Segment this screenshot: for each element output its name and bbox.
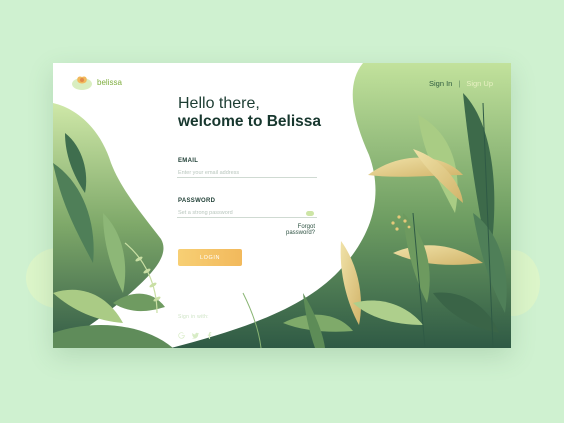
auth-separator: |	[458, 79, 461, 88]
brand-name: belissa	[97, 77, 122, 87]
greeting-line: Hello there,	[178, 95, 260, 112]
flower-logo-icon	[72, 76, 92, 90]
sign-in-link[interactable]: Sign In	[429, 79, 452, 88]
email-input[interactable]	[177, 168, 317, 178]
foliage-illustration	[53, 63, 511, 348]
facebook-icon[interactable]	[206, 326, 213, 339]
forgot-password-link[interactable]: Forgot password?	[268, 224, 315, 236]
show-password-icon[interactable]	[306, 211, 314, 216]
login-card: belissa Sign In | Sign Up Hello there, w…	[53, 63, 511, 348]
welcome-title: welcome to Belissa	[178, 113, 322, 130]
sign-in-with-label: Sign in with:	[178, 314, 209, 320]
auth-links: Sign In | Sign Up	[429, 79, 493, 88]
google-icon[interactable]	[178, 326, 185, 339]
twitter-icon[interactable]	[191, 326, 199, 339]
social-login-icons	[178, 326, 213, 339]
email-label: EMAIL	[178, 158, 199, 164]
brand-logo[interactable]: belissa	[71, 73, 122, 91]
sign-up-link[interactable]: Sign Up	[466, 79, 493, 88]
login-button[interactable]: LOGIN	[178, 249, 242, 266]
password-input[interactable]	[177, 208, 317, 218]
password-label: PASSWORD	[178, 198, 216, 204]
